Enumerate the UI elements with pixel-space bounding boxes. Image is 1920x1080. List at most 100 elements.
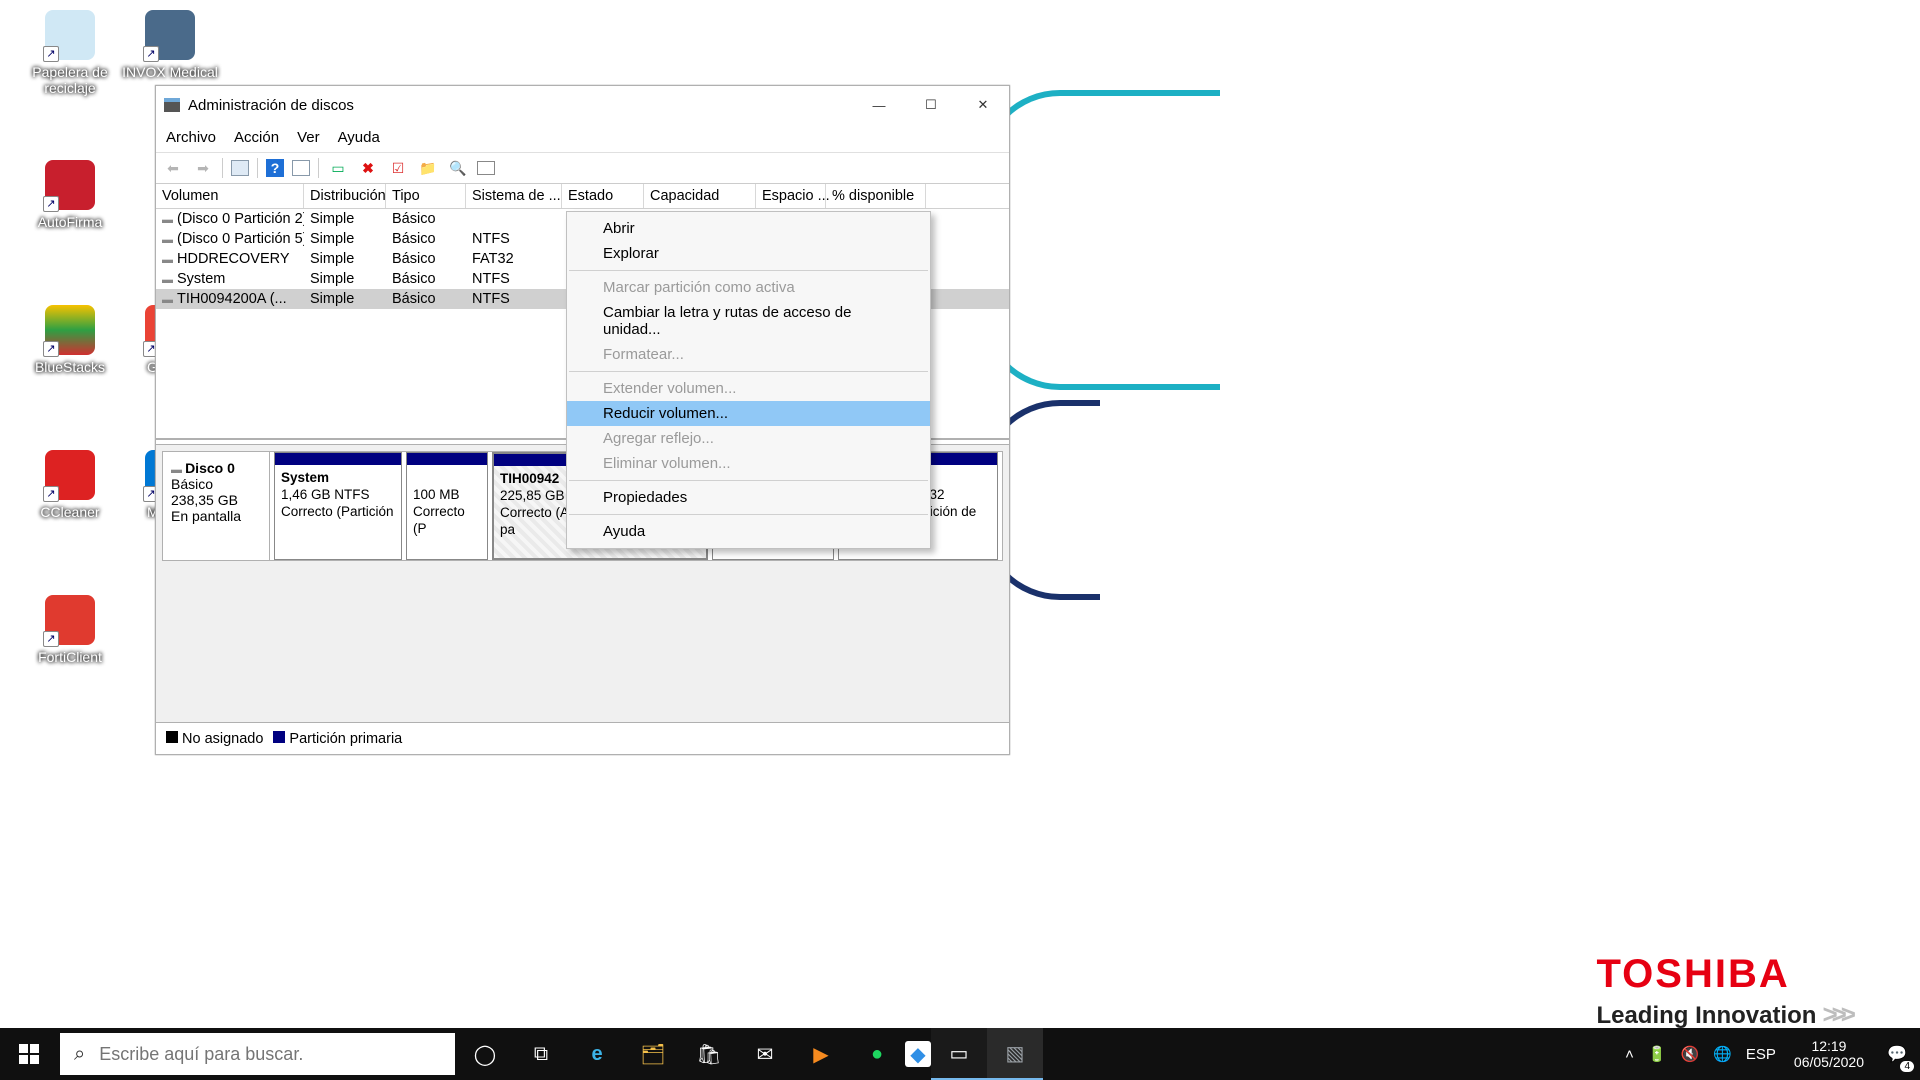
- toolbar-icon[interactable]: ▭: [327, 157, 349, 179]
- shortcut-arrow-icon: ↗: [43, 631, 59, 647]
- desktop-icon[interactable]: ↗ Papelera de reciclaje: [20, 10, 120, 96]
- context-menu-item[interactable]: Abrir: [567, 216, 930, 241]
- wallpaper-logo: TOSHIBA Leading Innovation>>>: [1596, 952, 1850, 1030]
- back-button[interactable]: ⬅: [162, 157, 184, 179]
- shortcut-arrow-icon: ↗: [43, 46, 59, 62]
- store-icon[interactable]: 🛍: [681, 1028, 737, 1080]
- delete-icon[interactable]: ✖: [357, 157, 379, 179]
- desktop-icon-label: FortiClient: [20, 649, 120, 665]
- battery-icon[interactable]: 🔋: [1648, 1045, 1667, 1063]
- spotify-icon[interactable]: ●: [849, 1028, 905, 1080]
- titlebar[interactable]: Administración de discos — ☐ ✕: [156, 86, 1009, 124]
- toolbar-icon[interactable]: [477, 161, 495, 175]
- column-header[interactable]: Sistema de ...: [466, 184, 562, 208]
- column-header[interactable]: Estado: [562, 184, 644, 208]
- terminal-icon[interactable]: ▭: [931, 1028, 987, 1080]
- edge-icon[interactable]: e: [569, 1028, 625, 1080]
- brand-text: TOSHIBA: [1596, 952, 1850, 997]
- desktop-icon-label: BlueStacks: [20, 359, 120, 375]
- toolbar: ⬅ ➡ ? ▭ ✖ ☑ 📁 🔍: [156, 152, 1009, 184]
- shortcut-arrow-icon: ↗: [43, 486, 59, 502]
- taskbar: ⌕ ◯ ⧉ e 🗂 🛍 ✉ ▶ ● ◆ ▭ ▧ ˄ 🔋 🔇 🌐 ESP 12:1…: [0, 1028, 1920, 1080]
- tagline-text: Leading Innovation>>>: [1596, 999, 1850, 1030]
- desktop-icon-label: INVOX Medical: [120, 64, 220, 80]
- context-menu-item: Formatear...: [567, 342, 930, 367]
- app-icon: ↗: [45, 10, 95, 60]
- toolbar-icon[interactable]: 🔍: [447, 157, 469, 179]
- desktop-icon[interactable]: ↗ CCleaner: [20, 450, 120, 520]
- close-button[interactable]: ✕: [957, 86, 1009, 124]
- desktop-icon[interactable]: ↗ FortiClient: [20, 595, 120, 665]
- toolbar-icon[interactable]: ☑: [387, 157, 409, 179]
- column-header[interactable]: Capacidad: [644, 184, 756, 208]
- minimize-button[interactable]: —: [853, 86, 905, 124]
- forward-button[interactable]: ➡: [192, 157, 214, 179]
- legend: No asignado Partición primaria: [156, 722, 1009, 754]
- context-menu-item: Agregar reflejo...: [567, 426, 930, 451]
- window-title: Administración de discos: [188, 97, 853, 114]
- context-menu-item[interactable]: Ayuda: [567, 519, 930, 544]
- menu-item[interactable]: Acción: [234, 129, 279, 146]
- shortcut-arrow-icon: ↗: [143, 46, 159, 62]
- clock[interactable]: 12:19 06/05/2020: [1784, 1038, 1874, 1070]
- column-header[interactable]: Distribución: [304, 184, 386, 208]
- system-tray[interactable]: ˄ 🔋 🔇 🌐 ESP: [1625, 1045, 1784, 1063]
- wallpaper-curve: [980, 90, 1220, 390]
- tray-chevron-icon[interactable]: ˄: [1625, 1046, 1634, 1063]
- menu-item[interactable]: Ayuda: [338, 129, 380, 146]
- app-icon: ↗: [45, 160, 95, 210]
- context-menu-item[interactable]: Reducir volumen...: [567, 401, 930, 426]
- language-indicator[interactable]: ESP: [1746, 1046, 1776, 1063]
- menubar: Archivo Acción Ver Ayuda: [156, 124, 1009, 152]
- search-input[interactable]: [99, 1044, 441, 1065]
- show-hide-tree-icon[interactable]: [231, 160, 249, 176]
- dropbox-icon[interactable]: ◆: [905, 1041, 931, 1067]
- context-menu-item[interactable]: Explorar: [567, 241, 930, 266]
- task-view-icon[interactable]: ⧉: [513, 1028, 569, 1080]
- network-icon[interactable]: 🌐: [1713, 1045, 1732, 1063]
- menu-item[interactable]: Ver: [297, 129, 320, 146]
- media-player-icon[interactable]: ▶: [793, 1028, 849, 1080]
- toolbar-icon[interactable]: [292, 160, 310, 176]
- desktop-icon-label: Papelera de reciclaje: [20, 64, 120, 96]
- disk-management-taskbar-icon[interactable]: ▧: [987, 1028, 1043, 1080]
- volume-list-header[interactable]: VolumenDistribuciónTipoSistema de ...Est…: [156, 184, 1009, 209]
- context-menu-item: Marcar partición como activa: [567, 275, 930, 300]
- context-menu-item[interactable]: Propiedades: [567, 485, 930, 510]
- desktop-icon-label: AutoFirma: [20, 214, 120, 230]
- volume-icon[interactable]: 🔇: [1681, 1045, 1700, 1063]
- column-header[interactable]: % disponible: [826, 184, 926, 208]
- desktop-icon[interactable]: ↗ BlueStacks: [20, 305, 120, 375]
- start-button[interactable]: [0, 1028, 58, 1080]
- mail-icon[interactable]: ✉: [737, 1028, 793, 1080]
- toolbar-icon[interactable]: 📁: [417, 157, 439, 179]
- cortana-icon[interactable]: ◯: [457, 1028, 513, 1080]
- legend-swatch-unallocated: [166, 731, 178, 743]
- maximize-button[interactable]: ☐: [905, 86, 957, 124]
- column-header[interactable]: Volumen: [156, 184, 304, 208]
- app-icon: ↗: [145, 10, 195, 60]
- column-header[interactable]: Espacio ...: [756, 184, 826, 208]
- search-box[interactable]: ⌕: [60, 1033, 455, 1075]
- app-icon: ↗: [45, 305, 95, 355]
- app-icon: ↗: [45, 595, 95, 645]
- desktop-icon[interactable]: ↗ INVOX Medical: [120, 10, 220, 80]
- desktop-icon[interactable]: ↗ AutoFirma: [20, 160, 120, 230]
- app-icon: [164, 98, 180, 112]
- column-header[interactable]: Tipo: [386, 184, 466, 208]
- app-icon: ↗: [45, 450, 95, 500]
- file-explorer-icon[interactable]: 🗂: [625, 1028, 681, 1080]
- help-icon[interactable]: ?: [266, 159, 284, 177]
- context-menu-item[interactable]: Cambiar la letra y rutas de acceso de un…: [567, 300, 930, 342]
- context-menu-item: Eliminar volumen...: [567, 451, 930, 476]
- context-menu: AbrirExplorar Marcar partición como activ…: [566, 211, 931, 549]
- search-icon: ⌕: [74, 1043, 85, 1066]
- desktop-icon-label: CCleaner: [20, 504, 120, 520]
- disk-label[interactable]: Disco 0 Básico 238,35 GB En pantalla: [163, 452, 270, 560]
- partition[interactable]: System1,46 GB NTFSCorrecto (Partición: [274, 452, 402, 560]
- action-center-icon[interactable]: 💬4: [1874, 1028, 1920, 1080]
- partition[interactable]: 100 MBCorrecto (P: [406, 452, 488, 560]
- menu-item[interactable]: Archivo: [166, 129, 216, 146]
- shortcut-arrow-icon: ↗: [43, 196, 59, 212]
- context-menu-item: Extender volumen...: [567, 376, 930, 401]
